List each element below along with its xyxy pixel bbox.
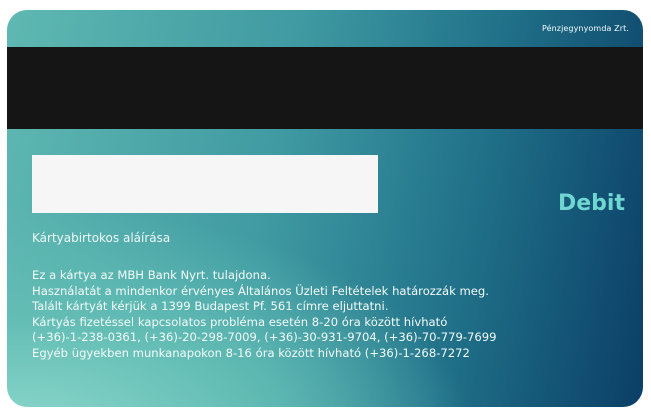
issuer-label: Pénzjegynyomda Zrt.: [541, 24, 629, 33]
bank-card-back: Pénzjegynyomda Zrt. Debit Kártyabirtokos…: [7, 10, 643, 407]
card-type-label: Debit: [558, 191, 625, 216]
info-line-ownership: Ez a kártya az MBH Bank Nyrt. tulajdona.: [32, 268, 271, 282]
info-line-phone-numbers: (+36)-1-238-0361, (+36)-20-298-7009, (+3…: [32, 330, 497, 345]
info-line-terms: Használatát a mindenkor érvényes Általán…: [32, 283, 489, 298]
magnetic-stripe: [7, 47, 643, 129]
info-line-other-hours: Egyéb ügyekben munkanapokon 8-16 óra köz…: [32, 345, 470, 360]
info-line-support-hours: Kártyás fizetéssel kapcsolatos probléma …: [32, 314, 448, 329]
signature-label: Kártyabirtokos aláírása: [32, 231, 171, 245]
card-info-text: Ez a kártya az MBH Bank Nyrt. tulajdona.…: [32, 268, 632, 362]
signature-panel: [32, 155, 378, 213]
info-line-lost-card: Talált kártyát kérjük a 1399 Budapest Pf…: [32, 299, 389, 314]
